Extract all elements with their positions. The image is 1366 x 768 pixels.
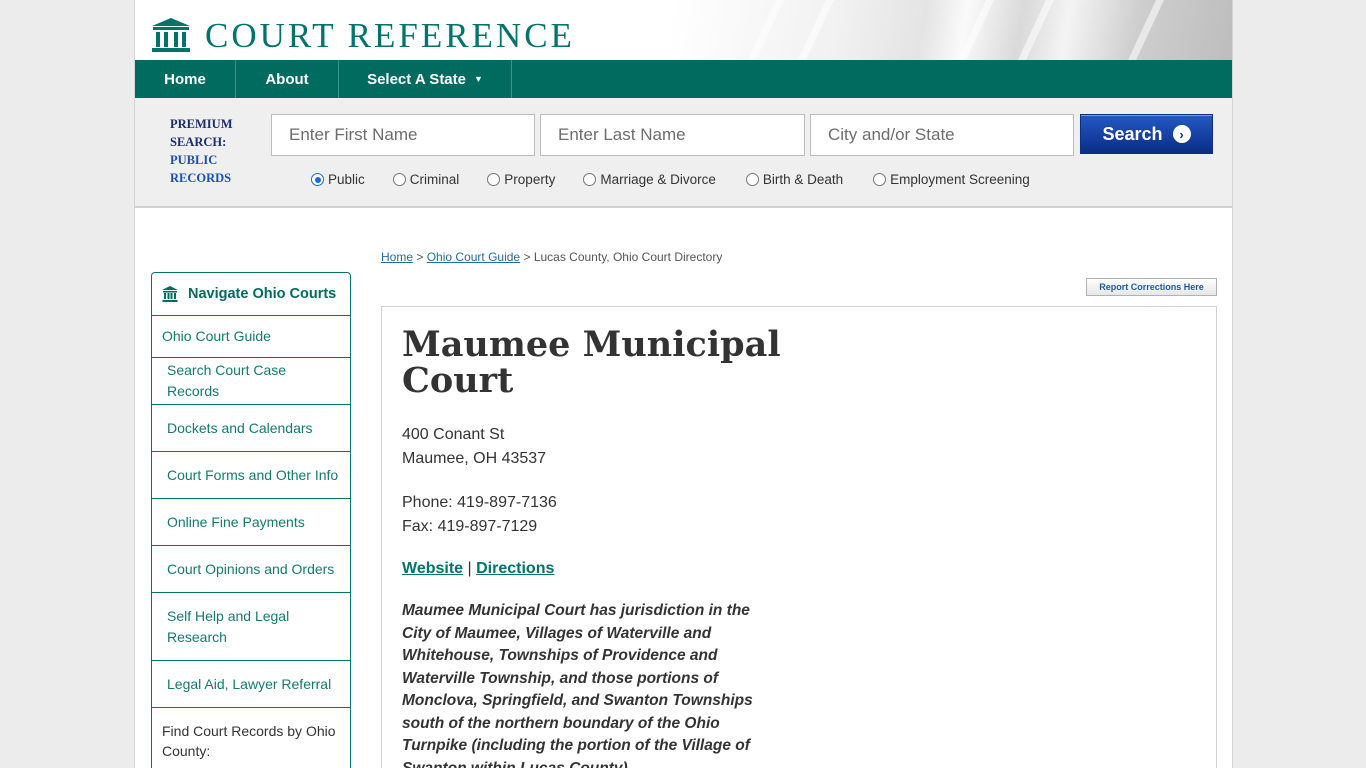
- logo-text: COURT REFERENCE: [205, 15, 575, 55]
- radio-property[interactable]: Property: [487, 172, 555, 187]
- search-band: PREMIUM SEARCH: PUBLIC RECORDS Search › P…: [135, 98, 1232, 208]
- radio-dot[interactable]: [487, 173, 501, 186]
- address-line: Maumee, OH 43537: [402, 450, 547, 467]
- record-type-radios: Public Criminal Property Marriage & Divo…: [311, 172, 1058, 187]
- chevron-right-icon: ›: [1172, 125, 1191, 143]
- page-title: Maumee Municipal Court: [402, 324, 781, 401]
- premium-line: SEARCH:: [170, 135, 227, 149]
- sidebar-item-ohio-court-guide[interactable]: Ohio Court Guide: [152, 316, 350, 358]
- radio-dot[interactable]: [873, 173, 887, 186]
- phone-number: Phone: 419-897-7136: [402, 494, 557, 511]
- radio-label: Marriage & Divorce: [600, 172, 716, 187]
- sidebar-item-label: Legal Aid, Lawyer Referral: [167, 675, 332, 692]
- premium-search-label: PREMIUM SEARCH: PUBLIC RECORDS: [170, 115, 250, 187]
- caret-down-icon: ▼: [474, 74, 483, 84]
- radio-label: Criminal: [409, 172, 460, 187]
- nav-home[interactable]: Home: [135, 60, 236, 98]
- sidebar-item-self-help[interactable]: Self Help and Legal Research: [152, 593, 350, 661]
- breadcrumb-home-link[interactable]: Home: [381, 250, 413, 264]
- sidebar-find-by-county: Find Court Records by Ohio County:: [162, 723, 336, 759]
- sidebar-item-label: Dockets and Calendars: [167, 419, 313, 436]
- sidebar-item-label: Ohio Court Guide: [162, 328, 271, 344]
- address-line: 400 Conant St: [402, 426, 505, 443]
- radio-public[interactable]: Public: [311, 172, 365, 187]
- sidebar-item-label: Self Help and Legal Research: [167, 607, 290, 645]
- search-button-label: Search: [1102, 123, 1163, 144]
- nav-home-label: Home: [164, 70, 206, 88]
- courthouse-icon: [162, 286, 178, 302]
- sidebar-item-court-opinions[interactable]: Court Opinions and Orders: [152, 546, 350, 593]
- court-detail-panel: Maumee Municipal Court 400 Conant St Mau…: [381, 306, 1217, 768]
- sidebar-header: Navigate Ohio Courts: [152, 273, 350, 316]
- nav-about[interactable]: About: [236, 60, 339, 98]
- directions-link[interactable]: Directions: [476, 560, 554, 577]
- breadcrumb-separator: >: [523, 250, 531, 264]
- radio-dot[interactable]: [392, 173, 406, 186]
- radio-employment-screening[interactable]: Employment Screening: [873, 172, 1030, 187]
- radio-dot[interactable]: [583, 173, 597, 186]
- fax-number: Fax: 419-897-7129: [402, 518, 538, 535]
- nav-select-state[interactable]: Select A State ▼: [339, 60, 512, 98]
- report-corrections-button[interactable]: Report Corrections Here: [1086, 278, 1217, 296]
- sidebar-item-search-court-case-records[interactable]: Search Court Case Records: [152, 358, 350, 405]
- premium-line: RECORDS: [170, 171, 232, 185]
- jurisdiction-text: Maumee Municipal Court has jurisdiction …: [402, 602, 753, 768]
- radio-label: Birth & Death: [762, 172, 844, 187]
- breadcrumb-separator: >: [416, 250, 424, 264]
- radio-label: Public: [328, 172, 365, 187]
- page: COURT REFERENCE Home About Select A Stat…: [134, 0, 1233, 768]
- radio-dot[interactable]: [745, 173, 759, 186]
- sidebar-item-label: Court Forms and Other Info: [167, 466, 339, 483]
- sidebar-item-online-fine-payments[interactable]: Online Fine Payments: [152, 499, 350, 546]
- site-header: COURT REFERENCE: [135, 0, 1232, 60]
- sidebar-item-legal-aid[interactable]: Legal Aid, Lawyer Referral: [152, 661, 350, 708]
- site-logo[interactable]: COURT REFERENCE: [151, 16, 575, 54]
- nav-select-state-label: Select A State: [367, 70, 466, 88]
- radio-birth-death[interactable]: Birth & Death: [745, 172, 844, 187]
- premium-line: PUBLIC: [170, 153, 218, 167]
- premium-line: PREMIUM: [170, 117, 233, 131]
- radio-dot-selected[interactable]: [311, 173, 324, 186]
- last-name-input[interactable]: [540, 114, 805, 156]
- breadcrumb-current: Lucas County, Ohio Court Directory: [533, 250, 723, 264]
- breadcrumb: Home > Ohio Court Guide > Lucas County, …: [381, 250, 722, 264]
- radio-label: Employment Screening: [890, 172, 1030, 187]
- radio-criminal[interactable]: Criminal: [392, 172, 460, 187]
- sidebar-title: Navigate Ohio Courts: [188, 286, 337, 302]
- radio-label: Property: [504, 172, 556, 187]
- sidebar-item-label: Online Fine Payments: [167, 513, 305, 530]
- website-link[interactable]: Website: [402, 560, 463, 577]
- header-columns-art: [672, 0, 1232, 60]
- sidebar-item-label: Court Opinions and Orders: [167, 560, 335, 577]
- sidebar-item-label: Search Court Case Records: [167, 362, 287, 399]
- sidebar-item-dockets-calendars[interactable]: Dockets and Calendars: [152, 405, 350, 452]
- breadcrumb-guide-link[interactable]: Ohio Court Guide: [427, 250, 520, 264]
- search-button[interactable]: Search ›: [1080, 114, 1213, 154]
- sidebar-nav: Navigate Ohio Courts Ohio Court Guide Se…: [151, 272, 351, 768]
- sidebar-item-court-forms[interactable]: Court Forms and Other Info: [152, 452, 350, 499]
- first-name-input[interactable]: [271, 114, 535, 156]
- court-contact: Phone: 419-897-7136 Fax: 419-897-7129: [402, 491, 557, 539]
- court-links: Website | Directions: [402, 558, 554, 580]
- court-address: 400 Conant St Maumee, OH 43537: [402, 423, 546, 471]
- city-state-input[interactable]: [810, 114, 1074, 156]
- link-separator: |: [467, 560, 472, 577]
- main-nav: Home About Select A State ▼: [135, 60, 1232, 98]
- nav-about-label: About: [265, 70, 309, 88]
- radio-marriage-divorce[interactable]: Marriage & Divorce: [583, 172, 716, 187]
- courthouse-icon: [152, 18, 190, 52]
